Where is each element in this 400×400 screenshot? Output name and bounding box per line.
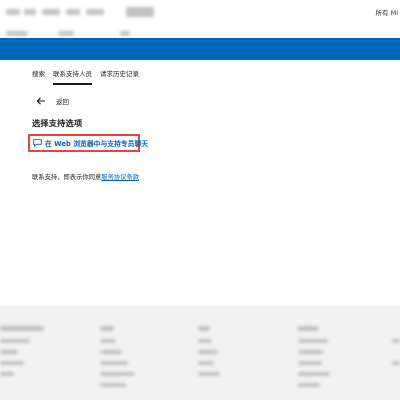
support-tabs: 搜索 联系支持人员 请求历史记录 bbox=[32, 68, 139, 85]
tab-request-history[interactable]: 请求历史记录 bbox=[100, 68, 139, 84]
footer-link[interactable] bbox=[100, 372, 134, 376]
footer-link[interactable] bbox=[0, 372, 14, 376]
blurred-nav-item[interactable] bbox=[24, 9, 36, 15]
footer-heading bbox=[100, 326, 114, 331]
footer-link[interactable] bbox=[298, 350, 324, 354]
footer-link[interactable] bbox=[198, 361, 214, 365]
footer-link[interactable] bbox=[198, 339, 212, 343]
blurred-nav-item[interactable] bbox=[6, 9, 20, 15]
terms-notice: 联系支持，即表示你同意服务协议条款 bbox=[32, 172, 139, 181]
back-label: 返回 bbox=[56, 98, 69, 106]
footer-heading bbox=[198, 326, 210, 331]
footer-link[interactable] bbox=[100, 339, 116, 343]
blurred-nav-item[interactable] bbox=[66, 9, 80, 15]
tab-contact-support[interactable]: 联系支持人员 bbox=[53, 68, 92, 85]
blurred-nav-item[interactable] bbox=[86, 9, 104, 15]
arrow-left-icon bbox=[36, 96, 46, 106]
footer-heading bbox=[0, 326, 44, 331]
footer-link[interactable] bbox=[392, 361, 400, 365]
footer-link[interactable] bbox=[100, 383, 126, 387]
blurred-nav-item[interactable] bbox=[126, 7, 154, 17]
blurred-nav-item[interactable] bbox=[42, 9, 60, 15]
footer-link[interactable] bbox=[100, 350, 122, 354]
footer-heading bbox=[298, 326, 318, 331]
terms-prefix: 联系支持，即表示你同意 bbox=[32, 174, 102, 181]
page-title: 选择支持选项 bbox=[32, 118, 83, 128]
footer-link[interactable] bbox=[198, 350, 218, 354]
footer-link[interactable] bbox=[0, 361, 24, 365]
footer-link[interactable] bbox=[298, 339, 328, 343]
service-agreement-link[interactable]: 服务协议条款 bbox=[101, 174, 139, 181]
chat-with-agent-option[interactable]: 在 Web 浏览器中与支持专员聊天 bbox=[28, 134, 148, 152]
back-link[interactable]: 返回 bbox=[36, 96, 69, 106]
brand-banner bbox=[0, 38, 400, 60]
footer-link[interactable] bbox=[100, 361, 128, 365]
tab-search[interactable]: 搜索 bbox=[32, 68, 45, 84]
blurred-subnav-item[interactable] bbox=[58, 31, 74, 36]
top-nav-bar: 所有 Mi bbox=[0, 0, 400, 26]
chat-option-label: 在 Web 浏览器中与支持专员聊天 bbox=[45, 140, 149, 148]
blurred-subnav-item[interactable] bbox=[120, 31, 130, 36]
footer-link[interactable] bbox=[0, 350, 18, 354]
chat-bubble-icon bbox=[33, 139, 42, 147]
all-microsoft-menu[interactable]: 所有 Mi bbox=[376, 7, 398, 17]
footer-link[interactable] bbox=[298, 383, 320, 387]
footer-link[interactable] bbox=[298, 372, 330, 376]
footer-link[interactable] bbox=[198, 372, 220, 376]
blurred-subnav-item[interactable] bbox=[6, 31, 28, 36]
footer bbox=[0, 306, 400, 400]
footer-link[interactable] bbox=[0, 339, 30, 343]
footer-link[interactable] bbox=[298, 361, 322, 365]
footer-link[interactable] bbox=[392, 339, 400, 343]
